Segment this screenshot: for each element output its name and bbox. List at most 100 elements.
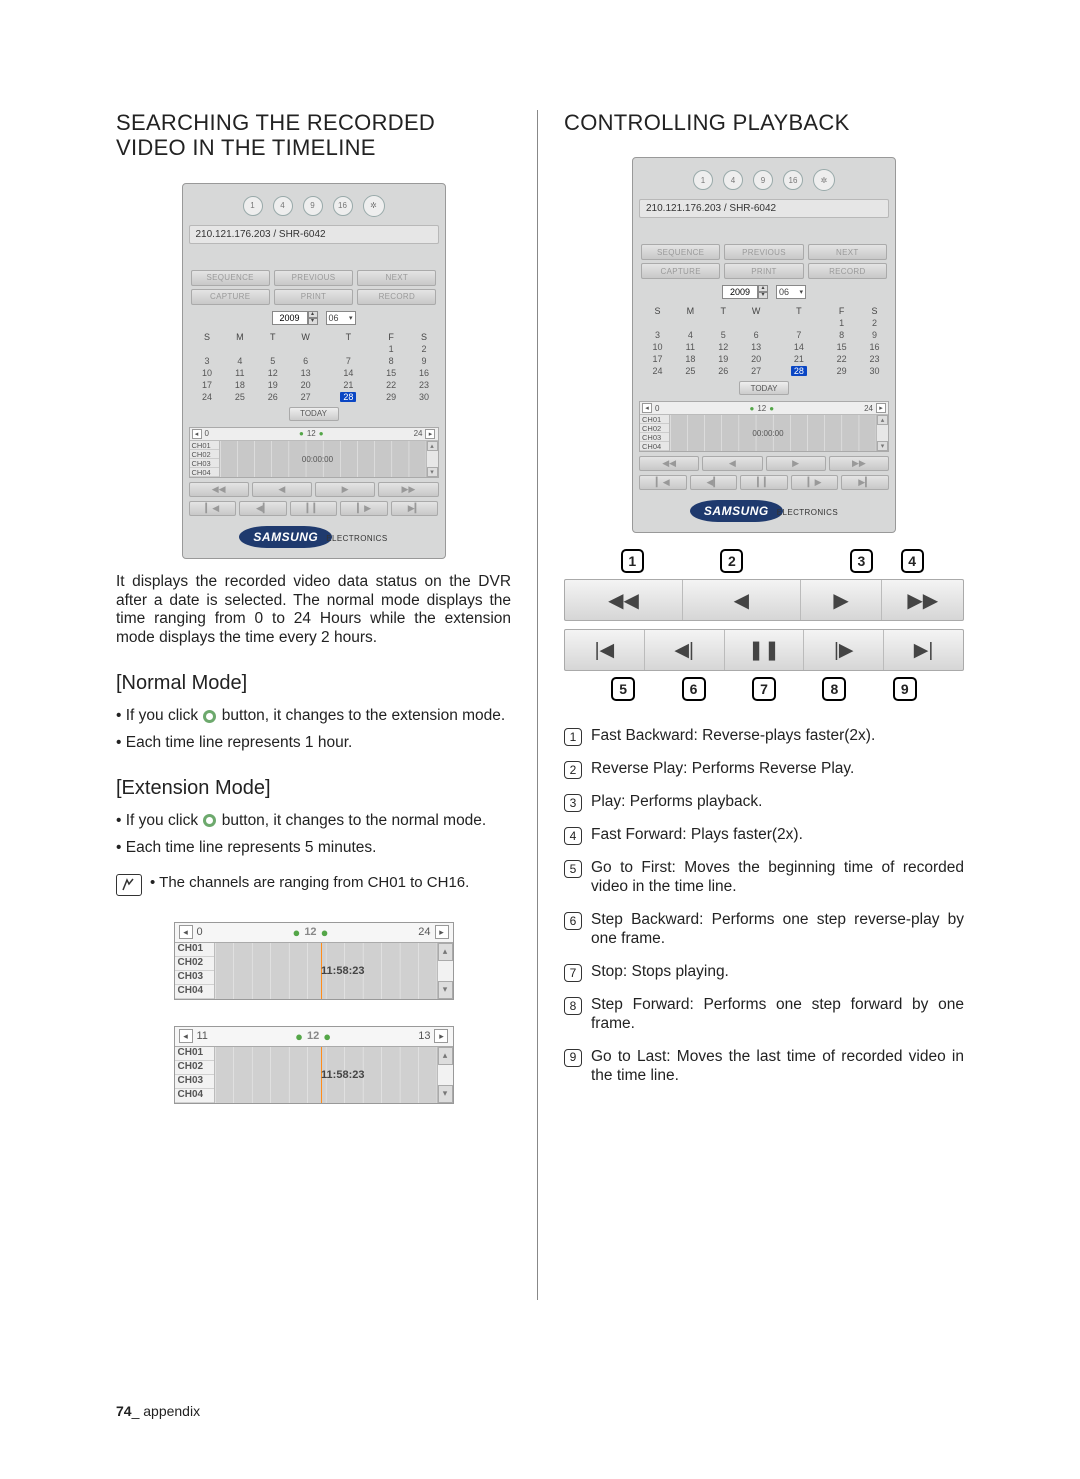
layout-16-icon: 16 [333, 196, 353, 216]
column-divider [537, 110, 538, 1300]
def-5: Go to First: Moves the beginning time of… [591, 859, 964, 897]
print-button: PRINT [274, 289, 353, 305]
r-samsung-logo: SAMSUNGELECTRONICS [639, 500, 889, 522]
r-record-button: RECORD [808, 263, 887, 279]
normal-bullet-2: Each time line represents 1 hour. [116, 734, 511, 753]
tl2-scroll-down-icon: ▾ [438, 1085, 453, 1103]
r-previous-button: PREVIOUS [724, 244, 803, 260]
step-backward-icon: ◀| [645, 630, 725, 670]
scroll-up-icon: ▴ [427, 441, 438, 451]
pb-first-icon: ▎◀ [189, 501, 237, 516]
pb-stop-icon: ▎▎ [290, 501, 338, 516]
normal-mode-icon [203, 814, 216, 827]
r-layout-16-icon: 16 [783, 170, 803, 190]
r-today-button: TODAY [739, 381, 789, 395]
tl-right-icon: ▸ [435, 925, 449, 939]
left-heading: SEARCHING THE RECORDED VIDEO IN THE TIME… [116, 110, 511, 161]
r-sequence-button: SEQUENCE [641, 244, 720, 260]
samsung-logo: SAMSUNGELECTRONICS [189, 526, 439, 548]
r-pb-fastfwd-icon: ▶▶ [829, 456, 889, 471]
page-footer: 74_ appendix [116, 1403, 200, 1419]
def-6: Step Backward: Performs one step reverse… [591, 911, 964, 949]
today-button: TODAY [289, 407, 339, 421]
month-select: 06▾ [326, 311, 356, 325]
r-year-input [722, 285, 758, 299]
layout-9-icon: 9 [303, 196, 323, 216]
r-calendar: SMTWTFS 12 3456789 10111213141516 171819… [641, 305, 891, 377]
r-panel-titlebar: 210.121.176.203 / SHR-6042 [639, 199, 889, 218]
callout-5: 5 [611, 677, 635, 701]
reverse-play-icon: ◀ [683, 580, 801, 620]
callout-2: 2 [720, 549, 743, 573]
tl2-right-icon: ▸ [434, 1029, 448, 1043]
panel-titlebar: 210.121.176.203 / SHR-6042 [189, 225, 439, 244]
def-4: Fast Forward: Plays faster(2x). [591, 826, 803, 845]
pb-stepfwd-icon: ▎▶ [340, 501, 388, 516]
step-left-icon: ◂ [192, 429, 202, 439]
r-pb-last-icon: ▶▎ [841, 475, 889, 490]
extension-mode-icon [203, 710, 216, 723]
left-paragraph: It displays the recorded video data stat… [116, 573, 511, 649]
r-layout-1-icon: 1 [693, 170, 713, 190]
r-year-spinner: ▴▾ [722, 285, 768, 299]
tl2-time: 11:58:23 [321, 1069, 364, 1081]
r-next-button: NEXT [808, 244, 887, 260]
timeline-time: 00:00:00 [302, 455, 333, 464]
r-timeline-time: 00:00:00 [752, 429, 783, 438]
stop-icon: ❚❚ [725, 630, 805, 670]
note-text: • The channels are ranging from CH01 to … [150, 874, 469, 891]
r-scroll-down-icon: ▾ [877, 441, 888, 451]
r-pb-play-icon: ▶ [766, 456, 826, 471]
calendar: SMTWTFS 12 3456789 10111213141516 171819… [191, 331, 441, 403]
step-forward-icon: |▶ [804, 630, 884, 670]
tl1-time: 11:58:23 [321, 965, 364, 977]
r-pb-stop-icon: ▎▎ [740, 475, 788, 490]
playback-definitions: 1Fast Backward: Reverse-plays faster(2x)… [564, 727, 964, 1085]
go-to-last-icon: ▶| [884, 630, 963, 670]
def-1: Fast Backward: Reverse-plays faster(2x). [591, 727, 875, 746]
r-pb-revplay-icon: ◀ [702, 456, 762, 471]
fast-forward-icon: ▶▶ [882, 580, 963, 620]
timeline-figure-0-24: ◂0 ●12● 24▸ CH01CH02CH03CH04 11:58:23 ▴▾ [174, 922, 454, 1000]
r-scroll-up-icon: ▴ [877, 415, 888, 425]
pb-revplay-icon: ◀ [252, 482, 312, 497]
r-layout-4-icon: 4 [723, 170, 743, 190]
r-capture-button: CAPTURE [641, 263, 720, 279]
callout-6: 6 [682, 677, 706, 701]
year-input [272, 311, 308, 325]
play-icon: ▶ [801, 580, 883, 620]
pb-play-icon: ▶ [315, 482, 375, 497]
r-wheel-icon: ✲ [813, 169, 835, 191]
layout-1-icon: 1 [243, 196, 263, 216]
playback-diagram: 1 2 3 4 ◀◀ ◀ ▶ ▶▶ |◀ [564, 545, 964, 701]
callout-8: 8 [822, 677, 846, 701]
def-8: Step Forward: Performs one step forward … [591, 996, 964, 1034]
r-pb-stepback-icon: ◀▎ [690, 475, 738, 490]
sequence-button: SEQUENCE [191, 270, 270, 286]
r-month-select: 06▾ [776, 285, 806, 299]
r-layout-9-icon: 9 [753, 170, 773, 190]
playback-panel-figure: 1 4 9 16 ✲ 210.121.176.203 / SHR-6042 SE… [564, 157, 964, 533]
callout-4: 4 [901, 549, 924, 573]
note-icon [116, 874, 142, 896]
normal-mode-heading: [Normal Mode] [116, 672, 511, 695]
scroll-down-icon: ▾ [427, 467, 438, 477]
calendar-selected-day: 28 [322, 391, 375, 403]
r-pb-fastback-icon: ◀◀ [639, 456, 699, 471]
pb-fastfwd-icon: ▶▶ [378, 482, 438, 497]
def-9: Go to Last: Moves the last time of recor… [591, 1048, 964, 1086]
timeline-figure-11-13: ◂11 ●12● 13▸ CH01CH02CH03CH04 11:58:23 ▴… [174, 1026, 454, 1104]
pb-stepback-icon: ◀▎ [239, 501, 287, 516]
mini-timeline: ◂0 ●12● 24▸ CH01 CH02 CH03 CH04 00:00: [189, 427, 439, 478]
search-panel-figure: 1 4 9 16 ✲ 210.121.176.203 / SHR-6042 SE… [116, 183, 511, 559]
r-step-left-icon: ◂ [642, 403, 652, 413]
r-pb-first-icon: ▎◀ [639, 475, 687, 490]
r-mini-timeline: ◂0 ●12● 24▸ CH01CH02CH03CH04 00:00:00 ▴▾ [639, 401, 889, 452]
layout-4-icon: 4 [273, 196, 293, 216]
fast-backward-icon: ◀◀ [565, 580, 683, 620]
wheel-icon: ✲ [363, 195, 385, 217]
tl1-scroll-down-icon: ▾ [438, 981, 453, 999]
r-step-right-icon: ▸ [876, 403, 886, 413]
pb-fastback-icon: ◀◀ [189, 482, 249, 497]
go-to-first-icon: |◀ [565, 630, 645, 670]
